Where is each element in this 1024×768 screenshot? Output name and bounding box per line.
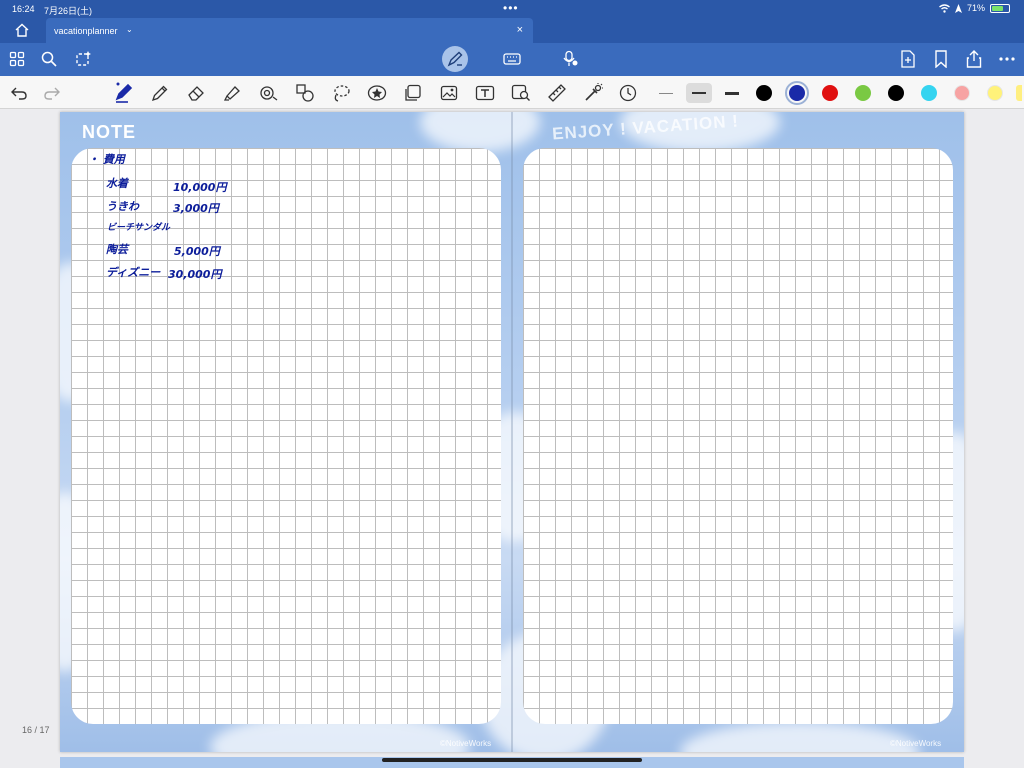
credit-right: ©NotiveWorks bbox=[890, 739, 942, 748]
pen-mode-icon[interactable] bbox=[442, 46, 468, 72]
handwriting-item: ビーチサンダル bbox=[107, 223, 171, 233]
close-tab-icon[interactable]: × bbox=[517, 24, 523, 36]
line-width-thin[interactable] bbox=[653, 83, 679, 103]
add-page-icon[interactable] bbox=[898, 49, 918, 69]
ruler-icon[interactable] bbox=[546, 82, 568, 104]
share-icon[interactable] bbox=[964, 49, 984, 69]
multitasking-dots-icon[interactable]: ••• bbox=[503, 1, 519, 15]
laser-pointer-icon[interactable] bbox=[582, 82, 604, 104]
color-swatch[interactable] bbox=[855, 85, 871, 101]
status-time: 16:24 bbox=[12, 4, 35, 14]
color-swatch[interactable] bbox=[888, 85, 904, 101]
handwriting-item: うきわ bbox=[106, 200, 139, 213]
battery-icon bbox=[990, 3, 1010, 13]
highlighter-icon[interactable] bbox=[221, 82, 243, 104]
handwriting-amount: 3,000円 bbox=[173, 202, 219, 215]
timer-icon[interactable] bbox=[617, 82, 639, 104]
more-colors-icon[interactable] bbox=[1014, 82, 1024, 104]
color-swatch[interactable] bbox=[921, 85, 937, 101]
cloud-decoration bbox=[420, 112, 540, 152]
status-date: 7月26日(土) bbox=[44, 6, 93, 16]
undo-icon[interactable] bbox=[8, 82, 30, 104]
handwriting-heading: ・ 費用 bbox=[88, 153, 125, 166]
canvas-area: NOTE ENJOY ! VACATION ! ・ 費用 水着 10,000円 … bbox=[0, 109, 1024, 768]
credit-left: ©NotiveWorks bbox=[440, 739, 492, 748]
handwriting-amount: 10,000円 bbox=[173, 181, 227, 194]
lasso-sparkle-icon[interactable] bbox=[73, 49, 93, 69]
keyboard-icon[interactable] bbox=[502, 49, 522, 69]
text-box-icon[interactable] bbox=[474, 82, 496, 104]
left-grid-page[interactable] bbox=[71, 148, 501, 724]
home-indicator[interactable] bbox=[382, 758, 642, 762]
location-icon bbox=[954, 3, 962, 13]
more-icon[interactable] bbox=[997, 49, 1017, 69]
bookmark-icon[interactable] bbox=[931, 49, 951, 69]
top-bar: 16:24 7月26日(土) ••• 71% vacationplanner ⌄… bbox=[0, 0, 1024, 76]
right-grid-page[interactable] bbox=[523, 148, 953, 724]
page-indicator[interactable]: 16 / 17 bbox=[22, 725, 50, 735]
status-bar: 16:24 7月26日(土) ••• 71% bbox=[0, 0, 1024, 18]
lasso-icon[interactable] bbox=[330, 82, 352, 104]
image-scan-icon[interactable] bbox=[510, 82, 532, 104]
color-swatch[interactable] bbox=[822, 85, 838, 101]
handwriting-amount: 30,000円 bbox=[168, 268, 222, 281]
grid-icon[interactable] bbox=[7, 49, 27, 69]
eraser-icon[interactable] bbox=[185, 82, 207, 104]
pencil-icon[interactable] bbox=[149, 82, 171, 104]
chevron-down-icon[interactable]: ⌄ bbox=[126, 25, 133, 34]
line-width-medium[interactable] bbox=[686, 83, 712, 103]
page-spine bbox=[511, 112, 513, 752]
tab-title: vacationplanner bbox=[54, 26, 118, 36]
document-toolbar bbox=[0, 43, 1024, 76]
handwriting-item: 陶芸 bbox=[106, 243, 128, 256]
wifi-icon bbox=[939, 3, 950, 13]
sticky-note-icon[interactable] bbox=[402, 82, 424, 104]
element-icon[interactable] bbox=[294, 82, 316, 104]
color-swatch[interactable] bbox=[756, 85, 772, 101]
drawing-toolbar bbox=[0, 76, 1024, 109]
sticker-icon[interactable] bbox=[366, 82, 388, 104]
notebook-page-spread[interactable]: NOTE ENJOY ! VACATION ! ・ 費用 水着 10,000円 … bbox=[60, 112, 964, 752]
battery-percent: 71% bbox=[966, 3, 985, 13]
handwriting-item: ディズニー bbox=[106, 266, 161, 279]
search-icon[interactable] bbox=[39, 49, 59, 69]
cloud-decoration bbox=[680, 722, 920, 752]
home-icon[interactable] bbox=[14, 22, 30, 38]
color-swatch[interactable] bbox=[954, 85, 970, 101]
tab-vacationplanner[interactable]: vacationplanner ⌄ × bbox=[46, 18, 533, 43]
note-title: NOTE bbox=[82, 122, 137, 142]
color-swatch[interactable] bbox=[987, 85, 1003, 101]
redo-icon[interactable] bbox=[41, 82, 63, 104]
voice-icon[interactable] bbox=[560, 49, 580, 69]
line-width-thick[interactable] bbox=[719, 83, 745, 103]
tab-bar: vacationplanner ⌄ × bbox=[0, 18, 1024, 43]
handwriting-item: 水着 bbox=[106, 177, 128, 190]
handwriting-amount: 5,000円 bbox=[174, 245, 220, 258]
image-icon[interactable] bbox=[438, 82, 460, 104]
pen-icon[interactable] bbox=[113, 82, 135, 104]
shape-icon[interactable] bbox=[257, 82, 279, 104]
color-swatch[interactable] bbox=[785, 81, 809, 105]
